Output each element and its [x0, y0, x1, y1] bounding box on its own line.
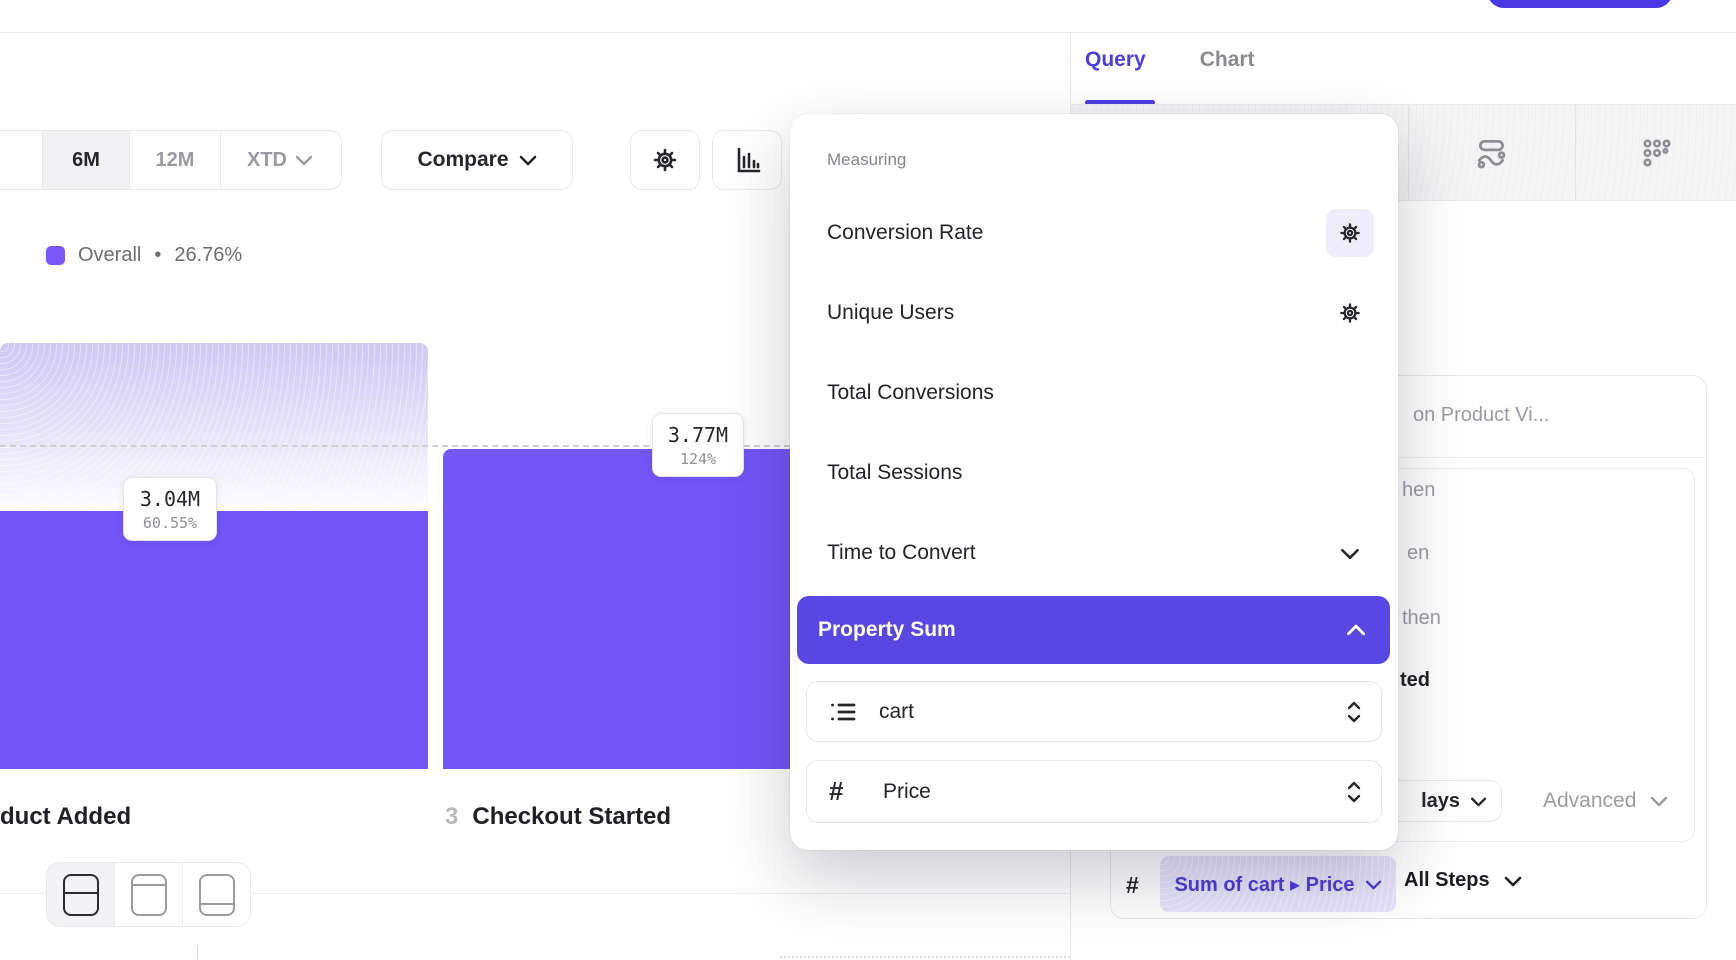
- bottom-panel-icon: [199, 874, 235, 916]
- top-panel-icon: [131, 874, 167, 916]
- step-index: 3: [445, 803, 458, 831]
- range-xtd-button[interactable]: XTD: [221, 131, 339, 189]
- time-range-selector: M 6M 12M XTD: [0, 130, 342, 190]
- range-label: XTD: [247, 149, 287, 172]
- chevron-down-icon: [1650, 795, 1668, 807]
- menu-item-label: Total Conversions: [827, 381, 994, 405]
- pct-label: 60.55%: [143, 513, 197, 533]
- menu-item-label: Time to Convert: [827, 541, 976, 565]
- menu-item-total-conversions[interactable]: Total Conversions: [790, 369, 1398, 417]
- step-label-checkout-started: 3 Checkout Started: [445, 803, 671, 831]
- all-steps-dropdown[interactable]: All Steps: [1404, 869, 1522, 892]
- measuring-title: Measuring: [827, 150, 906, 170]
- strip-divider: [1408, 105, 1409, 200]
- primary-action-button[interactable]: [1487, 0, 1673, 8]
- split-rows-icon: [63, 874, 99, 916]
- flows-icon: [1474, 135, 1510, 171]
- value-label: 3.04M: [140, 486, 200, 513]
- pct-label: 124%: [680, 449, 716, 469]
- compare-label: Compare: [417, 148, 508, 172]
- funnel-bar-product-added[interactable]: [0, 511, 428, 769]
- chevron-down-icon: [1504, 875, 1522, 887]
- chart-type-grid-tile[interactable]: [1612, 105, 1702, 200]
- unique-users-settings-button[interactable]: [1326, 289, 1374, 337]
- data-label-product-added: 3.04M 60.55%: [123, 477, 217, 541]
- sort-select-icon: [1345, 700, 1363, 724]
- event-property-selector[interactable]: cart: [806, 681, 1382, 742]
- right-panel-tabs: Query Chart: [1085, 48, 1255, 72]
- bar-chart-icon: [731, 144, 763, 176]
- range-12m-button[interactable]: 12M: [130, 131, 221, 189]
- all-steps-label: All Steps: [1404, 869, 1490, 892]
- advanced-label: Advanced: [1543, 789, 1636, 813]
- gear-icon: [1337, 300, 1363, 326]
- app-window: M 6M 12M XTD Compare: [0, 0, 1736, 960]
- menu-item-unique-users[interactable]: Unique Users: [790, 289, 1398, 337]
- numeric-property-selector[interactable]: # Price: [806, 760, 1382, 823]
- data-label-checkout-started: 3.77M 124%: [652, 413, 744, 477]
- chevron-down-icon: [295, 154, 313, 166]
- gear-icon: [650, 145, 680, 175]
- legend: Overall • 26.76%: [46, 244, 242, 267]
- menu-item-total-sessions[interactable]: Total Sessions: [790, 449, 1398, 497]
- legend-label: Overall: [78, 244, 141, 267]
- layout-top-panel-button[interactable]: [115, 863, 183, 926]
- gear-icon: [1337, 220, 1363, 246]
- chevron-down-icon: [519, 154, 537, 166]
- step-row-fragment: en: [1407, 542, 1429, 565]
- chevron-down-icon: [1340, 547, 1360, 560]
- step-name: Checkout Started: [472, 803, 671, 831]
- advanced-button[interactable]: Advanced: [1543, 789, 1668, 813]
- card-header-fragment: on Product Vi...: [1413, 404, 1549, 427]
- step-row-fragment: hen: [1402, 479, 1435, 502]
- value-label: 3.77M: [668, 422, 728, 449]
- menu-item-time-to-convert[interactable]: Time to Convert: [790, 529, 1398, 577]
- list-icon: [829, 698, 857, 726]
- chart-type-flows-tile[interactable]: [1447, 105, 1537, 200]
- number-type-icon: #: [1126, 872, 1139, 899]
- step-row-fragment: then: [1402, 607, 1441, 630]
- menu-item-label: Property Sum: [818, 618, 956, 642]
- layout-split-rows-button[interactable]: [47, 863, 115, 926]
- layout-toggle-group: [46, 862, 251, 927]
- legend-value: 26.76%: [174, 244, 242, 267]
- conversion-rate-settings-button[interactable]: [1326, 209, 1374, 257]
- range-label: 6M: [72, 149, 100, 172]
- legend-separator: •: [154, 244, 161, 267]
- chevron-up-icon: [1346, 624, 1366, 637]
- tab-chart[interactable]: Chart: [1200, 48, 1255, 72]
- range-label: 12M: [156, 149, 195, 172]
- step-name: duct Added: [0, 803, 131, 831]
- layout-bottom-panel-button[interactable]: [183, 863, 250, 926]
- range-6m-button[interactable]: 6M: [43, 131, 130, 189]
- menu-item-label: Conversion Rate: [827, 221, 983, 245]
- range-1m-button[interactable]: M: [0, 131, 43, 189]
- days-label: lays: [1421, 790, 1460, 813]
- chip-label: Sum of cart ▸ Price: [1174, 872, 1354, 897]
- event-property-value: cart: [879, 700, 914, 724]
- chevron-down-icon: [1365, 879, 1382, 890]
- menu-item-label: Unique Users: [827, 301, 954, 325]
- menu-item-conversion-rate[interactable]: Conversion Rate: [790, 209, 1398, 257]
- chart-type-button[interactable]: [712, 130, 782, 190]
- tab-query[interactable]: Query: [1085, 48, 1146, 72]
- strip-divider: [1575, 105, 1576, 200]
- table-top-edge: [780, 956, 1070, 958]
- sum-of-cart-price-chip[interactable]: Sum of cart ▸ Price: [1160, 856, 1396, 912]
- sort-select-icon: [1345, 780, 1363, 804]
- hash-icon: #: [829, 776, 861, 807]
- step-label-product-added: duct Added: [0, 803, 131, 831]
- legend-swatch: [46, 246, 65, 265]
- compare-button[interactable]: Compare: [381, 130, 573, 190]
- chevron-down-icon: [1470, 796, 1487, 807]
- step-row-fragment: ted: [1400, 669, 1430, 692]
- numeric-property-value: Price: [883, 780, 931, 804]
- top-bar: [0, 0, 1736, 33]
- menu-item-property-sum-selected[interactable]: Property Sum: [797, 596, 1390, 664]
- table-column-tick: [197, 945, 198, 960]
- dots-grid-icon: [1639, 135, 1675, 171]
- menu-item-label: Total Sessions: [827, 461, 962, 485]
- chart-settings-button[interactable]: [630, 130, 700, 190]
